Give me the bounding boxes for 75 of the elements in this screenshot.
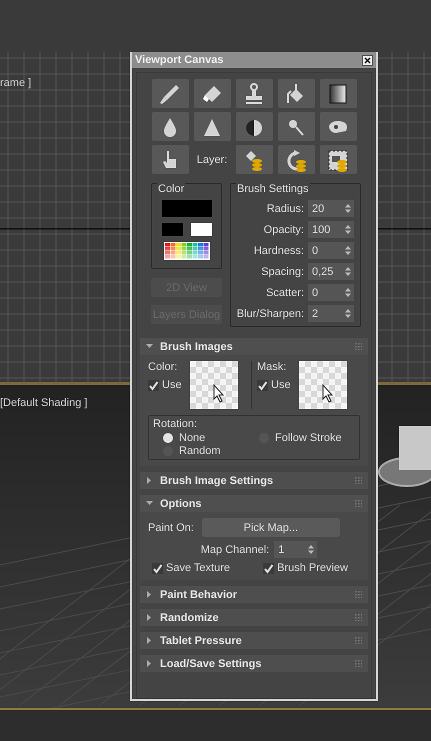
color-swatch[interactable] (162, 200, 212, 217)
close-icon[interactable] (362, 54, 373, 66)
rollout-header[interactable]: Options (140, 495, 368, 512)
drag-grip-icon[interactable] (355, 477, 362, 484)
rollout-header[interactable]: Brush Images (140, 338, 368, 355)
drag-grip-icon[interactable] (355, 343, 362, 350)
layer-crop-tool-button[interactable] (320, 145, 356, 174)
group-title: Color (157, 183, 186, 195)
stamp-tool-button[interactable] (236, 79, 272, 108)
radio-button[interactable]: Follow Stroke (259, 432, 355, 444)
checkbox[interactable]: Brush Preview (263, 562, 348, 574)
viewport-label[interactable]: [Default Shading ] (0, 397, 88, 409)
drag-grip-icon[interactable] (355, 660, 362, 667)
field-label: Blur/Sharpen: (236, 308, 304, 320)
brush-tool-button[interactable] (152, 79, 188, 108)
spinner-arrows-icon[interactable] (345, 225, 351, 234)
radio-button[interactable]: Random (163, 445, 259, 457)
rollout-header[interactable]: Randomize (140, 609, 368, 626)
rollout-header[interactable]: Brush Image Settings (140, 472, 368, 489)
rollout-header[interactable]: Tablet Pressure (140, 632, 368, 649)
layer-label: Layer: (196, 154, 228, 166)
paint-bucket-tool-button[interactable] (278, 79, 314, 108)
brush-image-thumbnail[interactable] (298, 361, 347, 409)
drag-grip-icon[interactable] (355, 500, 362, 507)
hand-pointer-tool-button[interactable] (152, 145, 188, 174)
field-label: Opacity: (264, 224, 304, 236)
contrast-tool-button[interactable] (236, 112, 272, 141)
drop-tool-button[interactable] (152, 112, 188, 141)
color-swatch[interactable] (162, 223, 182, 236)
spinner-field[interactable]: 1 (274, 541, 318, 558)
drag-grip-icon[interactable] (355, 591, 362, 598)
field-label: Mask: (257, 361, 288, 373)
spinner-field[interactable]: 20 (308, 200, 354, 217)
spinner-arrows-icon[interactable] (345, 204, 351, 213)
spinner-field[interactable]: 0,25 (308, 263, 354, 280)
field-label: Radius: (266, 202, 304, 214)
color-palette-icon[interactable] (164, 242, 210, 260)
spinner-arrows-icon[interactable] (308, 545, 314, 554)
pick-map-button[interactable]: Pick Map... (202, 518, 340, 537)
group-title: Brush Settings (236, 183, 310, 195)
spinner-arrows-icon[interactable] (345, 267, 351, 276)
spinner-arrows-icon[interactable] (345, 246, 351, 255)
brush-image-thumbnail[interactable] (190, 361, 238, 409)
rollout-header[interactable]: Load/Save Settings (140, 655, 368, 672)
field-label: Hardness: (254, 244, 304, 256)
gradient-tool-button[interactable] (320, 79, 356, 108)
checkbox[interactable]: Save Texture (152, 562, 230, 574)
radio-button[interactable]: None (163, 432, 259, 444)
viewport-label[interactable]: rame ] (0, 77, 32, 89)
field-label: Spacing: (261, 266, 304, 278)
layer-rotate-tool-button[interactable] (278, 145, 314, 174)
eraser-tool-button[interactable] (194, 79, 230, 108)
field-label: Paint On: (148, 522, 194, 534)
spinner-field[interactable]: 0 (308, 284, 354, 301)
checkbox[interactable]: Use (148, 379, 182, 391)
checkbox[interactable]: Use (257, 379, 291, 391)
rollout-header[interactable]: Paint Behavior (140, 586, 368, 603)
group-title: Rotation: (153, 418, 198, 430)
drag-grip-icon[interactable] (355, 614, 362, 621)
spinner-arrows-icon[interactable] (345, 309, 351, 318)
spinner-arrows-icon[interactable] (345, 288, 351, 297)
field-label: Color: (148, 361, 178, 373)
drag-grip-icon[interactable] (355, 637, 362, 644)
spinner-field[interactable]: 2 (308, 305, 354, 322)
magnifier-tool-button[interactable] (278, 112, 314, 141)
layer-move-tool-button[interactable] (236, 145, 272, 174)
checker-pointer-icon (190, 361, 238, 409)
window-title: Viewport Canvas (135, 54, 224, 66)
color-swatch[interactable] (190, 223, 212, 236)
spinner-field[interactable]: 0 (308, 242, 354, 259)
spinner-field[interactable]: 100 (308, 221, 354, 238)
checker-pointer-icon (298, 361, 347, 409)
field-label: Scatter: (266, 286, 304, 298)
triangle-tool-button[interactable] (194, 112, 230, 141)
field-label: Map Channel: (200, 544, 270, 556)
